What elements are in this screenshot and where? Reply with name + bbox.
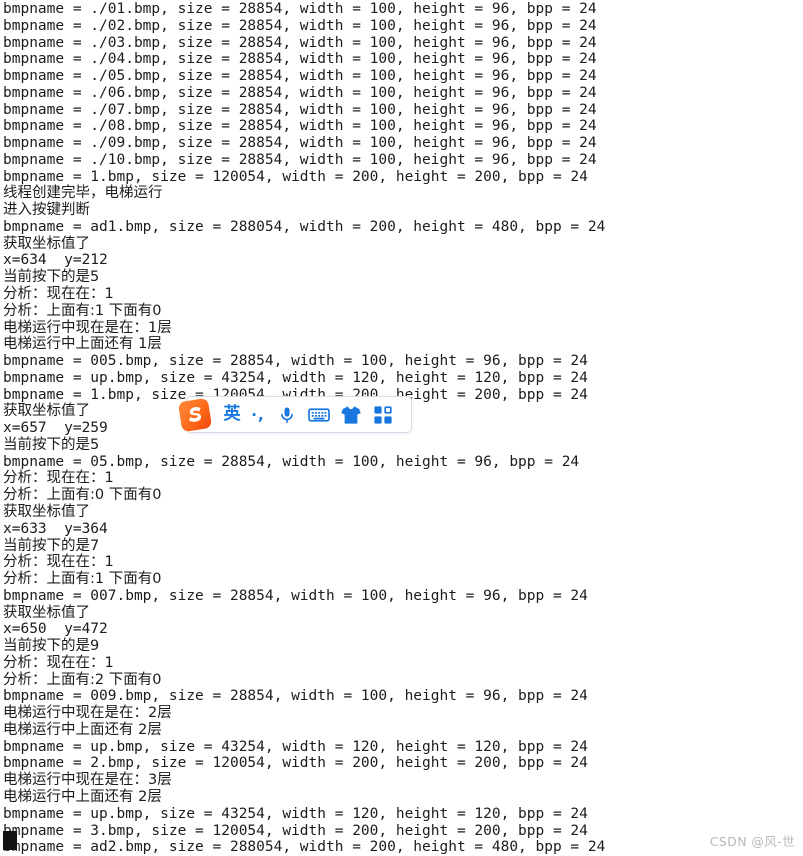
console-line: 获取坐标值了 [3, 503, 90, 520]
console-line: 当前按下的是7 [3, 537, 100, 554]
keyboard-icon[interactable] [303, 397, 335, 432]
console-line: 当前按下的是5 [3, 436, 100, 453]
console-line: bmpname = ad2.bmp, size = 288054, width … [3, 839, 606, 856]
console-line: bmpname = ./07.bmp, size = 28854, width … [3, 101, 597, 118]
console-line: bmpname = up.bmp, size = 43254, width = … [3, 738, 588, 755]
console-line: 当前按下的是9 [3, 638, 100, 655]
csdn-watermark: CSDN @风-世 [709, 834, 795, 849]
console-line: 分析：上面有:0 下面有0 [3, 487, 162, 504]
console-line: bmpname = ./03.bmp, size = 28854, width … [3, 34, 597, 51]
console-line: bmpname = ./10.bmp, size = 28854, width … [3, 151, 597, 168]
console-line: 分析：上面有:2 下面有0 [3, 671, 162, 688]
console-line: bmpname = up.bmp, size = 43254, width = … [3, 369, 588, 386]
console-line: bmpname = 05.bmp, size = 28854, width = … [3, 453, 580, 470]
ime-punctuation-mode-button[interactable]: ·, [245, 397, 271, 432]
console-line: bmpname = 3.bmp, size = 120054, width = … [3, 822, 588, 839]
console-line: 分析：现在在：1 [3, 554, 114, 571]
console-line: bmpname = ./09.bmp, size = 28854, width … [3, 135, 597, 152]
console-line: x=634 y=212 [3, 252, 108, 269]
console-line: bmpname = ./02.bmp, size = 28854, width … [3, 17, 597, 34]
console-line: 当前按下的是5 [3, 269, 100, 286]
microphone-icon[interactable] [271, 397, 303, 432]
console-line: bmpname = 2.bmp, size = 120054, width = … [3, 755, 588, 772]
skin-tshirt-icon[interactable] [335, 397, 367, 432]
console-line: 分析：现在在：1 [3, 286, 114, 303]
console-line: x=633 y=364 [3, 520, 108, 537]
console-line: 电梯运行中现在是在：2层 [3, 705, 172, 722]
console-line: 获取坐标值了 [3, 604, 90, 621]
console-line: bmpname = ./01.bmp, size = 28854, width … [3, 1, 597, 17]
console-line: 分析：上面有:1 下面有0 [3, 571, 162, 588]
console-line: 分析：现在在：1 [3, 654, 114, 671]
sogou-logo-icon[interactable] [175, 395, 215, 435]
ime-language-mode-button[interactable]: 英 [219, 397, 245, 432]
console-line: 获取坐标值了 [3, 235, 90, 252]
console-line: 电梯运行中现在是在：1层 [3, 319, 172, 336]
console-line: x=650 y=472 [3, 621, 108, 638]
ime-punctuation-mode-label: ·, [251, 405, 265, 424]
console-line: 分析：上面有:1 下面有0 [3, 302, 162, 319]
console-line: 分析：现在在：1 [3, 470, 114, 487]
console-line: 线程创建完毕，电梯运行 [3, 185, 163, 202]
console-line: 进入按键判断 [3, 202, 90, 219]
console-line: 电梯运行中上面还有 2层 [3, 721, 162, 738]
console-line: bmpname = ./08.bmp, size = 28854, width … [3, 118, 597, 135]
console-line: bmpname = 007.bmp, size = 28854, width =… [3, 587, 588, 604]
console-line: bmpname = 009.bmp, size = 28854, width =… [3, 688, 588, 705]
console-line: 电梯运行中现在是在：3层 [3, 772, 172, 789]
console-line: bmpname = 1.bmp, size = 120054, width = … [3, 168, 588, 185]
console-line: bmpname = ./05.bmp, size = 28854, width … [3, 68, 597, 85]
console-line: bmpname = ./04.bmp, size = 28854, width … [3, 51, 597, 68]
console-line: bmpname = ad1.bmp, size = 288054, width … [3, 218, 606, 235]
toolbox-grid-icon[interactable] [367, 397, 399, 432]
console-line: bmpname = up.bmp, size = 43254, width = … [3, 805, 588, 822]
console-line: bmpname = 005.bmp, size = 28854, width =… [3, 353, 588, 370]
console-line: 电梯运行中上面还有 1层 [3, 336, 162, 353]
console-line: bmpname = ./06.bmp, size = 28854, width … [3, 84, 597, 101]
console-line: 电梯运行中上面还有 2层 [3, 788, 162, 805]
text-cursor-block [3, 831, 17, 850]
sogou-ime-toolbar[interactable]: 英 ·, [178, 396, 412, 433]
ime-language-mode-label: 英 [223, 404, 241, 424]
